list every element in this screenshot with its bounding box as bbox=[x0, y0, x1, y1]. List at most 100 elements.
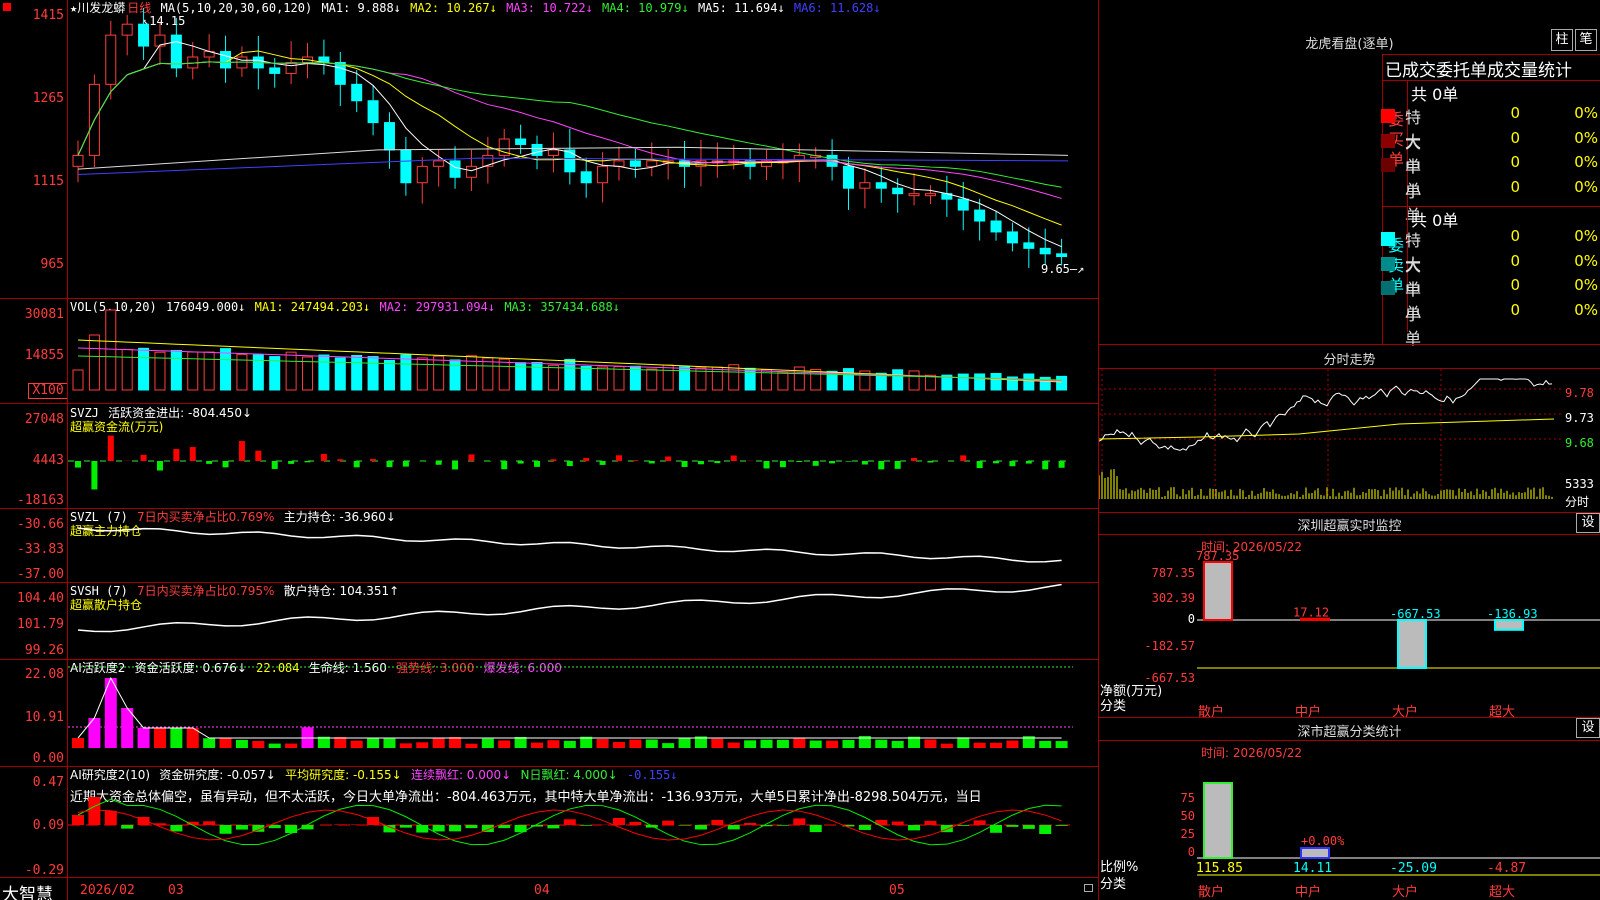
ai-active-bar bbox=[776, 739, 789, 748]
volume-bar bbox=[203, 351, 215, 391]
svzj-bar bbox=[714, 461, 721, 464]
order-count: 0 bbox=[1510, 227, 1520, 245]
ai-active-bar bbox=[711, 738, 724, 748]
candle-body bbox=[859, 182, 871, 189]
candle-body bbox=[580, 171, 592, 184]
candle-body bbox=[531, 143, 543, 156]
ai-research-bar bbox=[1022, 825, 1035, 829]
sz-monitor-settings-button[interactable]: 设 bbox=[1576, 513, 1600, 533]
svzj-bar bbox=[484, 461, 491, 462]
ai-active-bar bbox=[596, 739, 609, 748]
svzj-bar bbox=[107, 435, 114, 461]
intraday-axis-label: 9.78 bbox=[1565, 386, 1594, 400]
candle-body bbox=[547, 149, 559, 156]
svzj-axis-label: 4443 bbox=[32, 453, 64, 468]
volume-bar bbox=[269, 356, 281, 391]
ai-research-bar bbox=[285, 825, 298, 833]
svzj-bar bbox=[402, 461, 409, 467]
bar-view-button[interactable]: 柱 bbox=[1551, 29, 1573, 51]
vol-axis-label: 30081 bbox=[24, 307, 64, 322]
category-label: 散户 bbox=[1198, 704, 1224, 718]
ai-research-bar bbox=[973, 820, 986, 825]
ai-active-bar bbox=[809, 740, 822, 748]
intraday-panel[interactable]: 分时走势 9.78 9.73 9.68 5333 分时 bbox=[1099, 345, 1600, 513]
svzj-bar bbox=[468, 454, 475, 461]
intraday-avg-line bbox=[1099, 418, 1555, 440]
svzl-line bbox=[77, 527, 1062, 563]
legend-swatch bbox=[1381, 158, 1395, 172]
svzj-bar bbox=[599, 461, 606, 465]
price-axis-label: 965 bbox=[40, 257, 64, 272]
volume-bar bbox=[957, 373, 969, 391]
main-chart-area[interactable]: ★川发龙蟒 日线 MA(5,10,20,30,60,120) MA1: 9.888… bbox=[0, 0, 1098, 900]
ai-active-bar bbox=[334, 737, 347, 748]
svzj-bar bbox=[894, 461, 901, 469]
svzj-bar bbox=[960, 455, 967, 461]
svzj-bar bbox=[566, 461, 573, 467]
class-value: -25.09 bbox=[1390, 861, 1437, 876]
ai-research-bar bbox=[350, 824, 363, 825]
svzj-bar bbox=[386, 461, 393, 468]
candle-body bbox=[564, 149, 576, 173]
volume-bar bbox=[498, 358, 510, 391]
svzj-bar bbox=[1042, 461, 1049, 470]
volume-bar bbox=[597, 366, 609, 391]
order-percent: 0% bbox=[1574, 153, 1598, 171]
ai-active-bar bbox=[891, 740, 904, 748]
candle-body bbox=[1023, 242, 1035, 249]
chart-canvas[interactable] bbox=[68, 0, 1098, 900]
dragon-tiger-subtitle: 已成交委托单成交量统计 bbox=[1385, 61, 1572, 81]
flow-bar bbox=[1494, 619, 1524, 631]
ai-active-bar bbox=[285, 743, 298, 748]
svzj-bar bbox=[1009, 461, 1016, 467]
volume-bar bbox=[777, 372, 789, 391]
ai-research-bar bbox=[1006, 825, 1019, 827]
ai-active-bar bbox=[547, 740, 560, 748]
ai-research-bar bbox=[908, 825, 921, 831]
ai-research-bar bbox=[580, 825, 593, 826]
candle-body bbox=[957, 198, 969, 211]
candle-body bbox=[613, 160, 625, 167]
tick-view-button[interactable]: 笔 bbox=[1575, 29, 1597, 51]
order-percent: 0% bbox=[1574, 251, 1598, 270]
ai-active-bar bbox=[383, 738, 396, 748]
ai-active-bar bbox=[826, 740, 839, 748]
candle-body bbox=[367, 100, 379, 124]
ai-research-bar bbox=[170, 825, 183, 832]
ai-research-bar bbox=[449, 825, 462, 832]
ai-research-bar bbox=[662, 820, 675, 825]
svzj-bar bbox=[861, 461, 868, 465]
volume-bar bbox=[400, 354, 412, 391]
svzj-bar bbox=[697, 461, 704, 465]
buy-total: 共 0单 bbox=[1411, 85, 1459, 104]
svzj-bar bbox=[337, 459, 344, 461]
ai-active-bar bbox=[367, 738, 380, 748]
vol-unit-box: X100 bbox=[28, 383, 68, 399]
volume-bar bbox=[613, 366, 625, 391]
flow-value: 787.35 bbox=[1196, 549, 1239, 563]
ai-active-bar bbox=[957, 737, 970, 748]
intraday-chart[interactable] bbox=[1099, 369, 1564, 513]
sz-class-settings-button[interactable]: 设 bbox=[1576, 718, 1600, 738]
flow-value: -136.93 bbox=[1487, 607, 1538, 621]
class-bar bbox=[1300, 847, 1330, 859]
svzj-bar bbox=[681, 461, 688, 467]
volume-bar bbox=[1023, 373, 1035, 391]
candle-body bbox=[842, 165, 854, 189]
ai-research-bar bbox=[1039, 825, 1052, 834]
ai-research-bar bbox=[891, 821, 904, 825]
candle-body bbox=[974, 209, 986, 222]
order-count: 0 bbox=[1510, 153, 1520, 171]
ai-active-bar bbox=[744, 740, 757, 748]
flow-bar bbox=[1203, 561, 1233, 621]
candle-body bbox=[351, 83, 363, 102]
candle-body bbox=[924, 193, 936, 197]
ai-active-bar bbox=[252, 741, 265, 748]
volume-bar bbox=[351, 355, 363, 391]
ai-active-bar bbox=[678, 737, 691, 748]
candle-body bbox=[416, 165, 428, 184]
volume-bars bbox=[72, 309, 1068, 391]
ai-research-axis-label: -0.29 bbox=[24, 863, 64, 878]
ai-active-bar bbox=[1006, 740, 1019, 748]
ai-active-bar bbox=[268, 743, 281, 748]
